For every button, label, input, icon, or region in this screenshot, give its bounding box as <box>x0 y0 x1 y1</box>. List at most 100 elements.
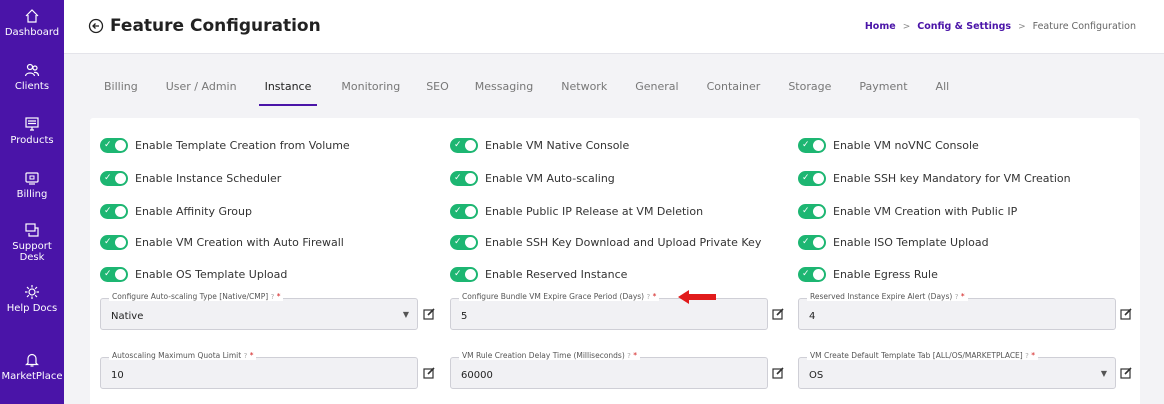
toggle-row: ✓ Enable ISO Template Upload <box>798 235 989 250</box>
toggle-label: Enable Instance Scheduler <box>135 172 282 185</box>
toggle-label: Enable Egress Rule <box>833 268 938 281</box>
toggle-knob <box>465 140 476 151</box>
field-label: Reserved Instance Expire Alert (Days) ? … <box>807 292 968 301</box>
toggle-knob <box>115 140 126 151</box>
default-template-tab-select[interactable]: VM Create Default Template Tab [ALL/OS/M… <box>798 351 1116 389</box>
required-marker: * <box>1031 351 1035 360</box>
toggle-knob <box>813 237 824 248</box>
sidebar-item-help-docs[interactable]: Help Docs <box>0 284 64 314</box>
sidebar-item-products[interactable]: Products <box>0 116 64 146</box>
check-icon: ✓ <box>104 140 112 150</box>
toggle-label: Enable OS Template Upload <box>135 268 288 281</box>
breadcrumb-separator: > <box>902 21 911 32</box>
bundle-vm-grace-period-input[interactable]: Configure Bundle VM Expire Grace Period … <box>450 292 768 330</box>
check-icon: ✓ <box>104 206 112 216</box>
toggle-switch[interactable]: ✓ <box>798 267 826 282</box>
edit-icon[interactable] <box>1120 367 1132 379</box>
toggle-label: Enable VM Creation with Auto Firewall <box>135 236 344 249</box>
toggle-row: ✓ Enable Template Creation from Volume <box>100 138 350 153</box>
vm-rule-creation-delay-input[interactable]: VM Rule Creation Delay Time (Millisecond… <box>450 351 768 389</box>
sidebar-item-clients[interactable]: Clients <box>0 62 64 92</box>
toggle-label: Enable VM noVNC Console <box>833 139 979 152</box>
toggle-switch[interactable]: ✓ <box>450 171 478 186</box>
field-label: VM Create Default Template Tab [ALL/OS/M… <box>807 351 1038 360</box>
toggle-switch[interactable]: ✓ <box>100 267 128 282</box>
sidebar-item-billing[interactable]: Billing <box>0 170 64 200</box>
help-icon: ? <box>627 352 631 360</box>
tab-payment[interactable]: Payment <box>859 80 907 104</box>
chevron-down-icon: ▼ <box>402 310 409 319</box>
field-value: OS <box>809 370 824 381</box>
sidebar-item-label: Support Desk <box>12 241 52 263</box>
chat-icon <box>25 223 39 237</box>
tab-user-admin[interactable]: User / Admin <box>166 80 237 104</box>
autoscaling-max-quota-input[interactable]: Autoscaling Maximum Quota Limit ? * 10 <box>100 351 418 389</box>
tab-container[interactable]: Container <box>707 80 761 104</box>
field-value: 5 <box>461 311 468 322</box>
toggle-switch[interactable]: ✓ <box>450 235 478 250</box>
toggle-row: ✓ Enable VM noVNC Console <box>798 138 979 153</box>
check-icon: ✓ <box>454 173 462 183</box>
edit-icon[interactable] <box>423 308 435 320</box>
tab-messaging[interactable]: Messaging <box>475 80 533 104</box>
back-arrow-icon[interactable] <box>88 18 104 34</box>
breadcrumb-config-settings[interactable]: Config & Settings <box>917 21 1011 32</box>
tab-monitoring[interactable]: Monitoring <box>341 80 400 104</box>
toggle-switch[interactable]: ✓ <box>450 138 478 153</box>
tab-instance[interactable]: Instance <box>258 80 318 106</box>
toggle-switch[interactable]: ✓ <box>450 267 478 282</box>
help-icon: ? <box>243 352 248 360</box>
sidebar-item-label: Clients <box>14 81 50 92</box>
toggle-label: Enable Reserved Instance <box>485 268 628 281</box>
reserved-instance-expire-alert-input[interactable]: Reserved Instance Expire Alert (Days) ? … <box>798 292 1116 330</box>
required-marker: * <box>249 351 254 360</box>
tab-seo[interactable]: SEO <box>426 80 449 104</box>
toggle-knob <box>465 173 476 184</box>
toggle-switch[interactable]: ✓ <box>100 204 128 219</box>
toggle-switch[interactable]: ✓ <box>100 171 128 186</box>
sidebar-item-dashboard[interactable]: Dashboard <box>0 8 64 38</box>
tab-bar: Billing User / Admin Instance Monitoring… <box>104 80 950 106</box>
toggle-switch[interactable]: ✓ <box>798 138 826 153</box>
toggle-switch[interactable]: ✓ <box>450 204 478 219</box>
breadcrumb-current: Feature Configuration <box>1032 21 1136 32</box>
toggle-switch[interactable]: ✓ <box>798 171 826 186</box>
edit-icon[interactable] <box>1120 308 1132 320</box>
tab-network[interactable]: Network <box>561 80 607 104</box>
toggle-label: Enable ISO Template Upload <box>833 236 989 249</box>
chevron-down-icon: ▼ <box>1100 369 1107 378</box>
sidebar-item-support-desk[interactable]: Support Desk <box>0 222 64 263</box>
monitor-icon <box>25 117 39 131</box>
sidebar-item-label: Help Docs <box>6 303 58 314</box>
toggle-row: ✓ Enable OS Template Upload <box>100 267 287 282</box>
check-icon: ✓ <box>454 269 462 279</box>
edit-icon[interactable] <box>423 367 435 379</box>
tab-billing[interactable]: Billing <box>104 80 138 104</box>
breadcrumb-home[interactable]: Home <box>865 21 896 32</box>
edit-icon[interactable] <box>772 367 784 379</box>
check-icon: ✓ <box>104 237 112 247</box>
tab-storage[interactable]: Storage <box>788 80 831 104</box>
edit-icon[interactable] <box>772 308 784 320</box>
toggle-switch[interactable]: ✓ <box>798 204 826 219</box>
check-icon: ✓ <box>454 237 462 247</box>
field-value: 4 <box>809 311 816 322</box>
tab-all[interactable]: All <box>936 80 950 104</box>
toggle-row: ✓ Enable Egress Rule <box>798 267 938 282</box>
breadcrumb: Home > Config & Settings > Feature Confi… <box>865 21 1136 32</box>
toggle-switch[interactable]: ✓ <box>798 235 826 250</box>
sidebar-item-marketplace[interactable]: MarketPlace <box>0 352 64 382</box>
toggle-row: ✓ Enable VM Creation with Auto Firewall <box>100 235 344 250</box>
toggle-switch[interactable]: ✓ <box>100 235 128 250</box>
sidebar-item-label: MarketPlace <box>1 371 63 382</box>
tab-general[interactable]: General <box>635 80 678 104</box>
red-arrow-icon <box>678 290 716 304</box>
toggle-switch[interactable]: ✓ <box>100 138 128 153</box>
field-label: Autoscaling Maximum Quota Limit ? * <box>109 351 257 360</box>
toggle-label: Enable Public IP Release at VM Deletion <box>485 205 704 218</box>
auto-scaling-type-select[interactable]: Configure Auto-scaling Type [Native/CMP]… <box>100 292 418 330</box>
field-value: 10 <box>111 370 124 381</box>
field-label: Configure Auto-scaling Type [Native/CMP]… <box>109 292 284 301</box>
toggle-label: Enable VM Native Console <box>485 139 630 152</box>
required-marker: * <box>652 292 657 301</box>
